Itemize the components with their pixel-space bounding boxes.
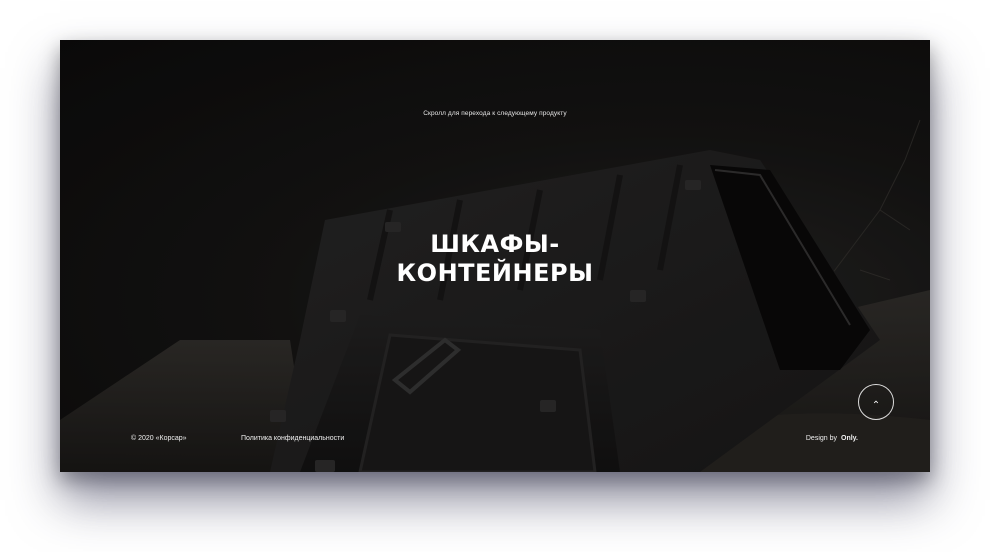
design-brand: Only. bbox=[841, 435, 858, 442]
product-title-line2: КОНТЕЙНЕРЫ bbox=[396, 259, 594, 287]
copyright-text: © 2020 «Корсар» bbox=[131, 435, 187, 442]
scroll-hint: Скролл для перехода к следующему продукт… bbox=[423, 110, 567, 117]
design-by-label: Design by bbox=[805, 435, 838, 442]
design-credit[interactable]: Design by Only. bbox=[806, 435, 858, 442]
chevron-up-icon bbox=[873, 400, 879, 404]
product-title-line1: ШКАФЫ- bbox=[430, 230, 560, 258]
product-title: ШКАФЫ- КОНТЕЙНЕРЫ bbox=[60, 230, 930, 288]
hero-section: Скролл для перехода к следующему продукт… bbox=[60, 40, 930, 472]
scroll-up-button[interactable] bbox=[858, 384, 894, 420]
privacy-policy-link[interactable]: Политика конфиденциальности bbox=[241, 435, 344, 442]
